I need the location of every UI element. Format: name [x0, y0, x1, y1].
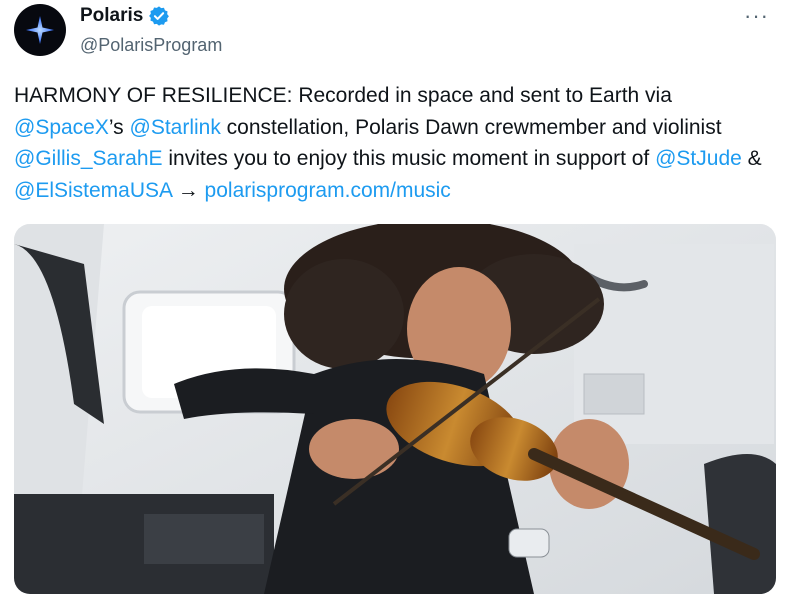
tweet-text-seg: →	[171, 178, 205, 202]
verified-badge-icon	[149, 6, 170, 26]
mention-elsistema[interactable]: @ElSistemaUSA	[14, 179, 172, 202]
mention-starlink[interactable]: @Starlink	[130, 116, 221, 139]
author-handle[interactable]: @PolarisProgram	[80, 35, 222, 56]
avatar[interactable]	[14, 4, 66, 56]
tweet-text-seg: HARMONY OF RESILIENCE: Recorded in space…	[14, 84, 672, 107]
external-link[interactable]: polarisprogram.com/music	[205, 179, 451, 202]
tweet-text-seg: invites you to enjoy this music moment i…	[162, 147, 656, 170]
mention-spacex[interactable]: @SpaceX	[14, 116, 109, 139]
tweet-text-seg: ’s	[108, 115, 130, 139]
video-media[interactable]	[14, 224, 776, 594]
author-name-row: Polaris	[80, 5, 170, 27]
tweet-text-seg: &	[741, 147, 762, 170]
star-logo-icon	[26, 16, 54, 44]
mention-stjude[interactable]: @StJude	[655, 147, 742, 170]
tweet-text: HARMONY OF RESILIENCE: Recorded in space…	[14, 80, 784, 206]
tweet-text-seg: constellation, Polaris Dawn crewmember a…	[220, 115, 722, 139]
more-icon[interactable]: ···	[744, 3, 769, 29]
mention-gillis[interactable]: @Gillis_SarahE	[14, 147, 163, 170]
video-frame	[14, 224, 776, 594]
author-name[interactable]: Polaris	[80, 5, 143, 27]
